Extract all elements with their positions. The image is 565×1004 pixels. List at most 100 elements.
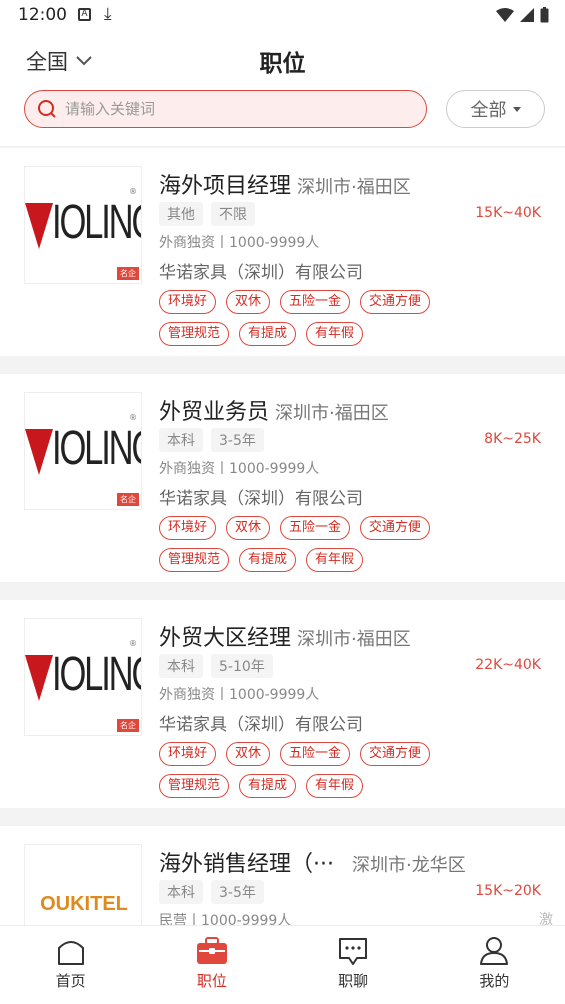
job-card[interactable]: IOLINO ® 名企 外贸业务员深圳市·福田区 本科 3-5年 8K~25K … (0, 374, 565, 582)
benefit-tag: 五险一金 (280, 742, 351, 766)
job-title: 海外销售经理（··· (159, 852, 334, 877)
famous-company-badge: 名企 (117, 267, 139, 280)
tab-chat-label: 职聊 (338, 972, 369, 990)
registered-mark: ® (129, 413, 137, 422)
job-location: 深圳市·福田区 (297, 177, 411, 198)
job-title: 外贸大区经理 (159, 626, 292, 651)
requirement-tags: 本科 5-10年 (159, 654, 273, 678)
download-icon: ⤓ (104, 4, 112, 24)
job-card[interactable]: IOLINO ® 名企 海外项目经理深圳市·福田区 其他 不限 15K~40K … (0, 148, 565, 356)
logo-text: IOLINO (52, 422, 141, 475)
top-header: 全国 职位 全部 (0, 30, 565, 146)
job-location: 深圳市·福田区 (275, 403, 389, 424)
famous-company-badge: 名企 (117, 719, 139, 732)
wifi-icon (496, 8, 514, 22)
benefit-tag: 有提成 (239, 322, 297, 346)
search-icon (38, 100, 56, 118)
filter-dropdown[interactable]: 全部 (446, 90, 545, 128)
benefit-tag: 环境好 (159, 290, 217, 314)
job-location: 深圳市·龙华区 (351, 855, 466, 876)
home-icon (57, 941, 84, 965)
benefit-tag: 五险一金 (280, 516, 351, 540)
logo-text: IOLINO (52, 648, 141, 701)
famous-company-badge: 名企 (117, 493, 139, 506)
experience-tag: 5-10年 (211, 654, 273, 678)
benefit-tag: 有提成 (239, 548, 297, 572)
benefit-tag: 管理规范 (159, 774, 230, 798)
benefit-tag: 交通方便 (360, 290, 431, 314)
benefit-tag: 交通方便 (360, 742, 431, 766)
benefit-tag: 有年假 (306, 774, 364, 798)
tab-jobs-label: 职位 (196, 972, 227, 990)
logo-v-mark (25, 203, 53, 249)
tab-chat[interactable]: 职聊 (283, 926, 424, 1004)
salary: 8K~25K (484, 431, 541, 447)
benefit-tag: 交通方便 (360, 516, 431, 540)
status-indicators (496, 6, 549, 24)
job-title: 海外项目经理 (159, 174, 292, 199)
company-info: 外商独资丨1000-9999人 (159, 235, 320, 251)
search-box[interactable] (24, 90, 427, 128)
logo-text: IOLINO (52, 196, 141, 249)
job-title: 外贸业务员 (159, 400, 270, 425)
tab-me-label: 我的 (479, 972, 510, 990)
company-name: 华诺家具（深圳）有限公司 (159, 715, 363, 735)
company-logo: IOLINO ® 名企 (24, 392, 142, 510)
benefit-tag: 环境好 (159, 742, 217, 766)
benefit-tags: 环境好 双休 五险一金 交通方便 管理规范 有提成 有年假 (159, 742, 479, 798)
company-logo: IOLINO ® 名企 (24, 618, 142, 736)
salary: 15K~40K (475, 205, 541, 221)
education-tag: 本科 (159, 654, 203, 678)
signal-icon (520, 8, 534, 22)
tab-me[interactable]: 我的 (424, 926, 565, 1004)
company-name: 华诺家具（深圳）有限公司 (159, 489, 363, 509)
logo-text: OUKITEL (40, 893, 128, 915)
benefit-tag: 有年假 (306, 548, 364, 572)
status-time: 12:00 (18, 5, 67, 25)
notification-a-icon: A (78, 8, 91, 21)
job-title-line: 外贸业务员 深圳市·福田区 (159, 394, 389, 426)
benefit-tag: 管理规范 (159, 322, 230, 346)
logo-v-mark (25, 655, 53, 701)
company-info: 外商独资丨1000-9999人 (159, 461, 320, 477)
tab-jobs[interactable]: 职位 (141, 926, 282, 1004)
job-card[interactable]: IOLINO ® 名企 外贸大区经理深圳市·福田区 本科 5-10年 22K~4… (0, 600, 565, 808)
benefit-tags: 环境好 双休 五险一金 交通方便 管理规范 有提成 有年假 (159, 516, 479, 572)
benefit-tag: 双休 (226, 290, 271, 314)
chat-icon (339, 938, 368, 965)
company-logo: OUKITEL (24, 844, 142, 925)
registered-mark: ® (129, 187, 137, 196)
salary: 22K~40K (475, 657, 541, 673)
education-tag: 其他 (159, 202, 203, 226)
benefit-tag: 双休 (226, 516, 271, 540)
search-input[interactable] (65, 100, 395, 118)
requirement-tags: 其他 不限 (159, 202, 255, 226)
bottom-tab-bar: 首页 职位 职聊 我的 (0, 925, 565, 1004)
job-title-line: 外贸大区经理 深圳市·福田区 (159, 620, 411, 652)
benefit-tag: 五险一金 (280, 290, 351, 314)
salary: 15K~20K (475, 883, 541, 899)
benefit-tag: 环境好 (159, 516, 217, 540)
requirement-tags: 本科 3-5年 (159, 880, 264, 904)
job-card[interactable]: OUKITEL 海外销售经理（··· 深圳市·龙华区 本科 3-5年 15K~20… (0, 826, 565, 925)
education-tag: 本科 (159, 428, 203, 452)
benefit-tags: 环境好 双休 五险一金 交通方便 管理规范 有提成 有年假 (159, 290, 479, 346)
experience-tag: 不限 (211, 202, 255, 226)
tab-home[interactable]: 首页 (0, 926, 141, 1004)
benefit-tag: 管理规范 (159, 548, 230, 572)
company-info: 民营丨1000-9999人 (159, 913, 292, 925)
education-tag: 本科 (159, 880, 203, 904)
registered-mark: ® (129, 639, 137, 648)
logo-v-mark (25, 429, 53, 475)
requirement-tags: 本科 3-5年 (159, 428, 264, 452)
experience-tag: 3-5年 (211, 880, 264, 904)
briefcase-icon (196, 937, 227, 964)
company-info: 外商独资丨1000-9999人 (159, 687, 320, 703)
filter-label: 全部 (470, 100, 507, 121)
job-location: 深圳市·福田区 (297, 629, 411, 650)
benefit-tag: 有提成 (239, 774, 297, 798)
tab-home-label: 首页 (55, 972, 86, 990)
page-title: 职位 (259, 51, 306, 77)
job-title-line: 海外项目经理 深圳市·福田区 (159, 168, 411, 200)
battery-icon (540, 7, 549, 23)
